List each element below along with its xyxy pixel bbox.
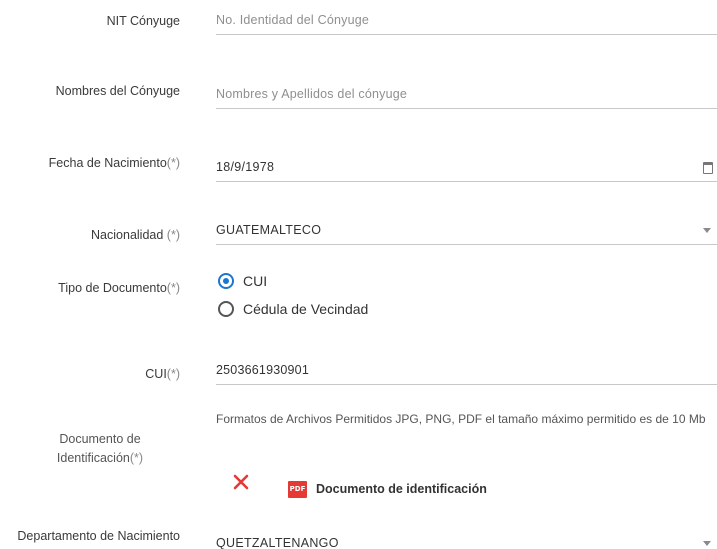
nombres-conyuge-input[interactable] [216,82,686,106]
spouse-form: NIT Cónyuge Nombres del Cónyuge Fecha de… [0,0,717,549]
fecha-nacimiento-label: Fecha de Nacimiento(*) [48,156,180,170]
radio-label-cui: CUI [243,273,268,289]
calendar-icon[interactable] [703,162,713,174]
radio-checked-icon[interactable] [218,273,234,289]
nacionalidad-label: Nacionalidad (*) [91,228,180,242]
nit-conyuge-field [216,8,717,35]
departamento-nacimiento-select[interactable]: QUETZALTENANGO [216,531,717,549]
radio-label-cedula: Cédula de Vecindad [243,301,369,317]
chevron-down-icon[interactable] [703,228,711,233]
nacionalidad-value[interactable]: GUATEMALTECO [216,223,321,237]
radio-option-cui[interactable]: CUI [218,271,267,291]
cui-input[interactable] [216,358,686,382]
uploaded-file-name[interactable]: Documento de identificación [316,480,487,498]
tipo-documento-label: Tipo de Documento(*) [58,281,180,295]
allowed-formats-info: Formatos de Archivos Permitidos JPG, PNG… [216,412,706,426]
chevron-down-icon[interactable] [703,541,711,546]
nit-conyuge-input[interactable] [216,8,686,32]
departamento-nacimiento-label: Departamento de Nacimiento [17,529,180,543]
fecha-nacimiento-field[interactable]: 18/9/1978 [216,155,717,182]
pdf-file-icon: PDF [288,481,307,498]
close-icon[interactable] [233,474,249,490]
nit-conyuge-label: NIT Cónyuge [106,14,180,28]
nombres-conyuge-field [216,82,717,109]
nacionalidad-select[interactable]: GUATEMALTECO [216,218,717,245]
nombres-conyuge-label: Nombres del Cónyuge [55,84,180,98]
fecha-nacimiento-value[interactable]: 18/9/1978 [216,160,274,174]
documento-identificacion-label: Documento de Identificación(*) [56,432,144,465]
cui-label: CUI(*) [145,367,180,381]
radio-unchecked-icon[interactable] [218,301,234,317]
radio-option-cedula[interactable]: Cédula de Vecindad [218,299,368,319]
cui-field [216,358,717,385]
departamento-nacimiento-value[interactable]: QUETZALTENANGO [216,536,339,549]
